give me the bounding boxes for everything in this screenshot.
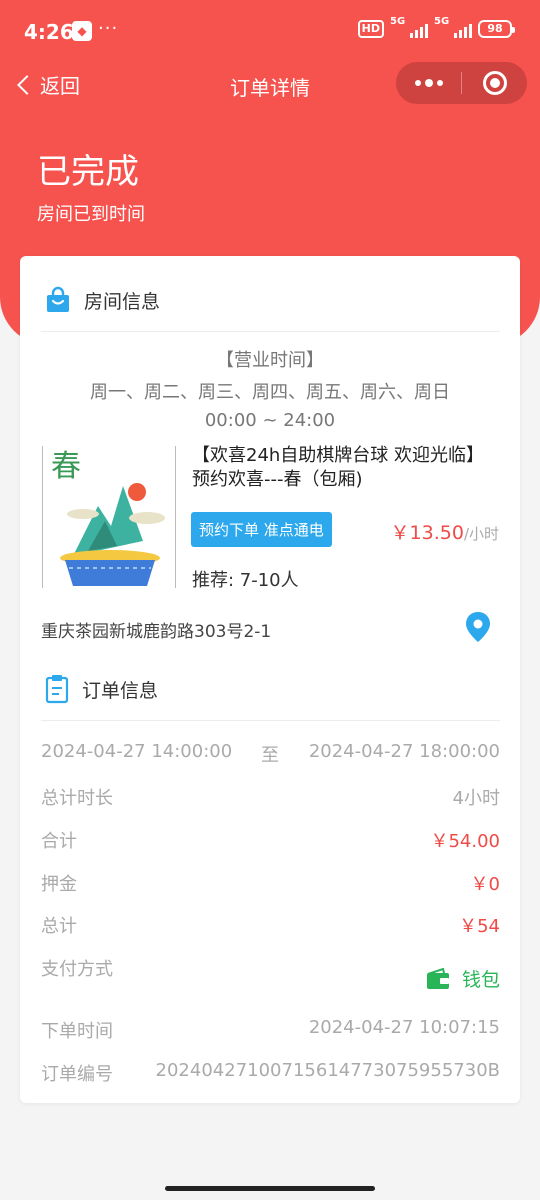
more-button[interactable] [396,62,461,104]
subtotal-label: 合计 [41,831,77,852]
order-detail-card: 房间信息 【营业时间】 周一、周二、周三、周四、周五、周六、周日 00:00 ~… [20,256,520,1103]
status-indicators: HD 5G 5G 98 [357,16,515,38]
to-label: 至 [261,745,279,766]
order-info-header: 订单信息 [44,674,158,704]
more-notifications-icon: ··· [98,18,119,39]
wallet-icon [426,967,449,989]
order-number-value[interactable]: 20240427100715614773075955730B [156,1060,500,1081]
miniprogram-capsule [396,62,527,104]
order-time-value: 2024-04-27 10:07:15 [308,1017,500,1038]
room-illustration: 春 [51,449,165,586]
recommended-capacity: 推荐: 7-10人 [192,570,299,591]
subtotal-value: ￥54.00 [430,831,500,852]
start-time: 2024-04-27 14:00:00 [41,741,233,762]
order-info-title: 订单信息 [82,679,159,702]
order-time-label: 下单时间 [41,1021,113,1042]
room-title: 【欢喜24h自助棋牌台球 欢迎光临】预约欢喜---春（包厢) [192,445,485,490]
shopping-bag-icon [47,286,69,312]
payment-method-label: 支付方式 [41,959,113,980]
room-address: 重庆茶园新城鹿韵路303号2-1 [41,622,272,642]
home-indicator[interactable] [165,1186,375,1191]
location-pin-icon[interactable] [465,611,491,643]
order-time-row: 下单时间 2024-04-27 10:07:15 [41,1017,500,1043]
business-time-range: 00:00 ~ 24:00 [204,410,336,431]
hd-badge: HD [357,20,384,38]
subtotal-row: 合计 ￥54.00 [41,827,500,853]
signal-icon: 5G [390,16,428,38]
target-icon [482,71,507,95]
nav-bar: 返回 订单详情 [0,62,540,108]
order-status-subtitle: 房间已到时间 [37,204,145,225]
total-label: 总计 [41,916,77,937]
order-number-row: 订单编号 20240427100715614773075955730B [41,1060,500,1086]
payment-method-value: 钱包 [426,965,500,992]
status-time: 4:26 [24,20,74,44]
total-value: ￥54 [459,916,500,937]
deposit-label: 押金 [41,874,77,895]
deposit-row: 押金 ￥0 [41,870,500,896]
booking-period-row: 2024-04-27 14:00:00 至 2024-04-27 18:00:0… [41,741,500,767]
divider [41,331,500,332]
svg-text:春: 春 [51,449,81,484]
feature-tag: 预约下单 准点通电 [191,512,332,547]
battery-icon: 98 [478,20,515,38]
payment-method-row: 支付方式 钱包 [41,955,500,995]
status-bar: 4:26 ◆ ··· HD 5G 5G 98 [0,0,540,64]
room-thumbnail[interactable]: 春 [42,446,176,588]
order-status-title: 已完成 [37,152,139,192]
order-number-label: 订单编号 [41,1064,113,1085]
divider [41,720,500,721]
business-days: 周一、周二、周三、周四、周五、周六、周日 [90,382,450,403]
room-info-title: 房间信息 [84,290,161,313]
clipboard-icon [45,675,69,704]
total-row: 总计 ￥54 [41,912,500,938]
room-info-header: 房间信息 [44,286,160,314]
deposit-value: ￥0 [470,874,500,895]
end-time: 2024-04-27 18:00:00 [308,741,500,762]
room-price: ￥13.50/小时 [390,522,499,544]
business-hours-label: 【营业时间】 [216,350,324,371]
payment-method-text: 钱包 [461,969,500,991]
close-miniprogram-button[interactable] [462,62,527,104]
duration-row: 总计时长 4小时 [41,784,500,810]
duration-value: 4小时 [452,788,500,809]
price-unit: /小时 [463,525,499,543]
app-notification-icon: ◆ [72,21,92,41]
duration-label: 总计时长 [41,788,113,809]
signal-icon: 5G [434,16,472,38]
